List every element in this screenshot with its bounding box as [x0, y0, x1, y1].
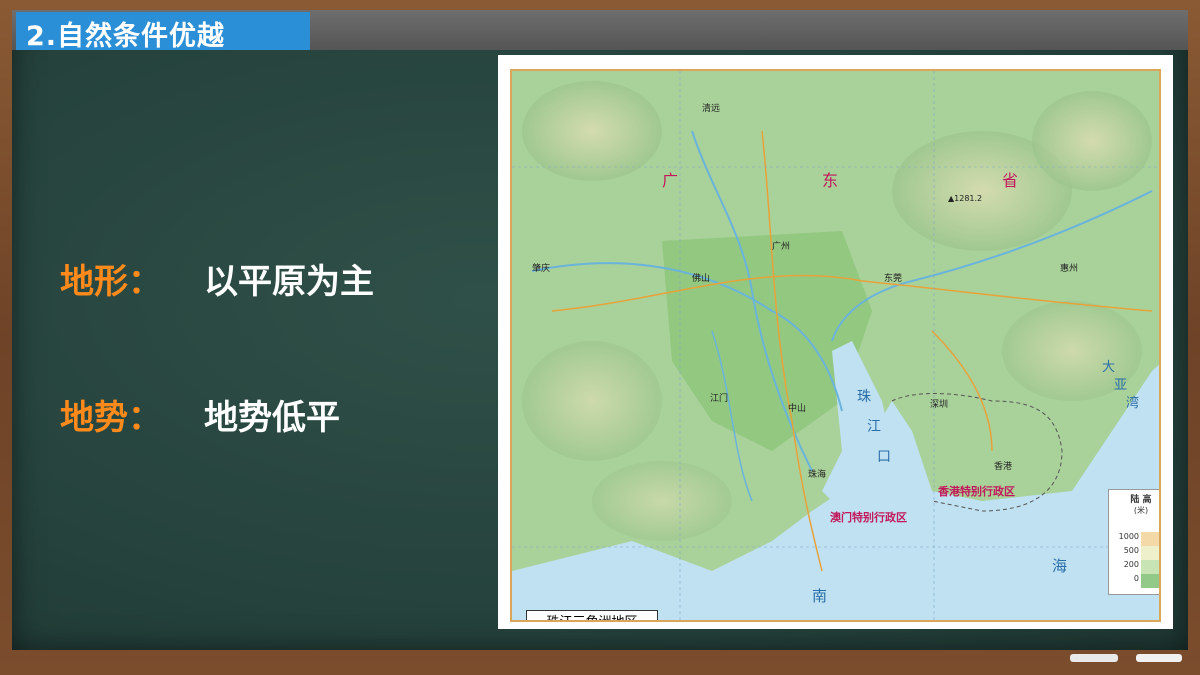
province-char-1: 广: [662, 171, 678, 190]
mountain-height: ▲1281.2: [948, 194, 982, 203]
city-qingyuan: 清远: [702, 102, 720, 114]
chalk-white-2: [1136, 654, 1182, 662]
legend-ticks: 1000 500 200 0: [1118, 532, 1139, 583]
river-char-1: 珠: [857, 389, 871, 405]
sea-char-2: 海: [1052, 557, 1067, 575]
chalk-tray: [1060, 652, 1188, 664]
city-shenzhen: 深圳: [930, 399, 948, 410]
map-svg: 广 东 省 南 海 珠 江 口 大 亚 湾 香港特别行政区 澳门特别行政区 广州…: [512, 71, 1159, 620]
slide-title: 2.自然条件优越: [26, 21, 226, 52]
bay-char-3: 湾: [1126, 395, 1139, 411]
bay-char-1: 大: [1102, 360, 1115, 375]
city-hongkong: 香港: [994, 460, 1012, 472]
province-char-2: 东: [822, 171, 838, 190]
city-dongguan: 东莞: [884, 272, 902, 284]
bay-char-2: 亚: [1114, 378, 1127, 393]
chalk-white: [1070, 654, 1118, 662]
title-tab: 2.自然条件优越: [16, 12, 310, 52]
legend-unit: (米): [1133, 506, 1149, 515]
relief-value: 地势低平: [204, 398, 340, 438]
sea-char-1: 南: [812, 587, 827, 605]
legend-title: 陆 高: [1130, 495, 1152, 505]
legend-swatch: [1141, 532, 1159, 588]
city-zhongshan: 中山: [788, 402, 806, 414]
city-foshan: 佛山: [692, 272, 710, 284]
city-huizhou: 惠州: [1060, 262, 1078, 274]
city-jiangmen: 江门: [710, 392, 728, 404]
river-char-3: 口: [877, 449, 891, 465]
macau-label: 澳门特别行政区: [830, 510, 907, 524]
map-image: 广 东 省 南 海 珠 江 口 大 亚 湾 香港特别行政区 澳门特别行政区 广州…: [510, 69, 1161, 622]
hongkong-label: 香港特别行政区: [937, 484, 1015, 498]
province-char-3: 省: [1002, 171, 1018, 190]
city-zhuhai: 珠海: [808, 468, 826, 480]
river-char-2: 江: [867, 419, 881, 435]
terrain-label: 地形：: [60, 262, 162, 302]
map-legend: 陆 高 (米) 1000 500 200 0: [1108, 489, 1159, 595]
terrain-value: 以平原为主: [204, 262, 374, 302]
map-panel: 广 东 省 南 海 珠 江 口 大 亚 湾 香港特别行政区 澳门特别行政区 广州…: [498, 55, 1173, 629]
relief-label: 地势：: [60, 398, 162, 438]
city-zhaoqing: 肇庆: [532, 262, 550, 274]
city-guangzhou: 广州: [772, 240, 790, 252]
map-caption: 珠江三角洲地区: [526, 610, 658, 620]
